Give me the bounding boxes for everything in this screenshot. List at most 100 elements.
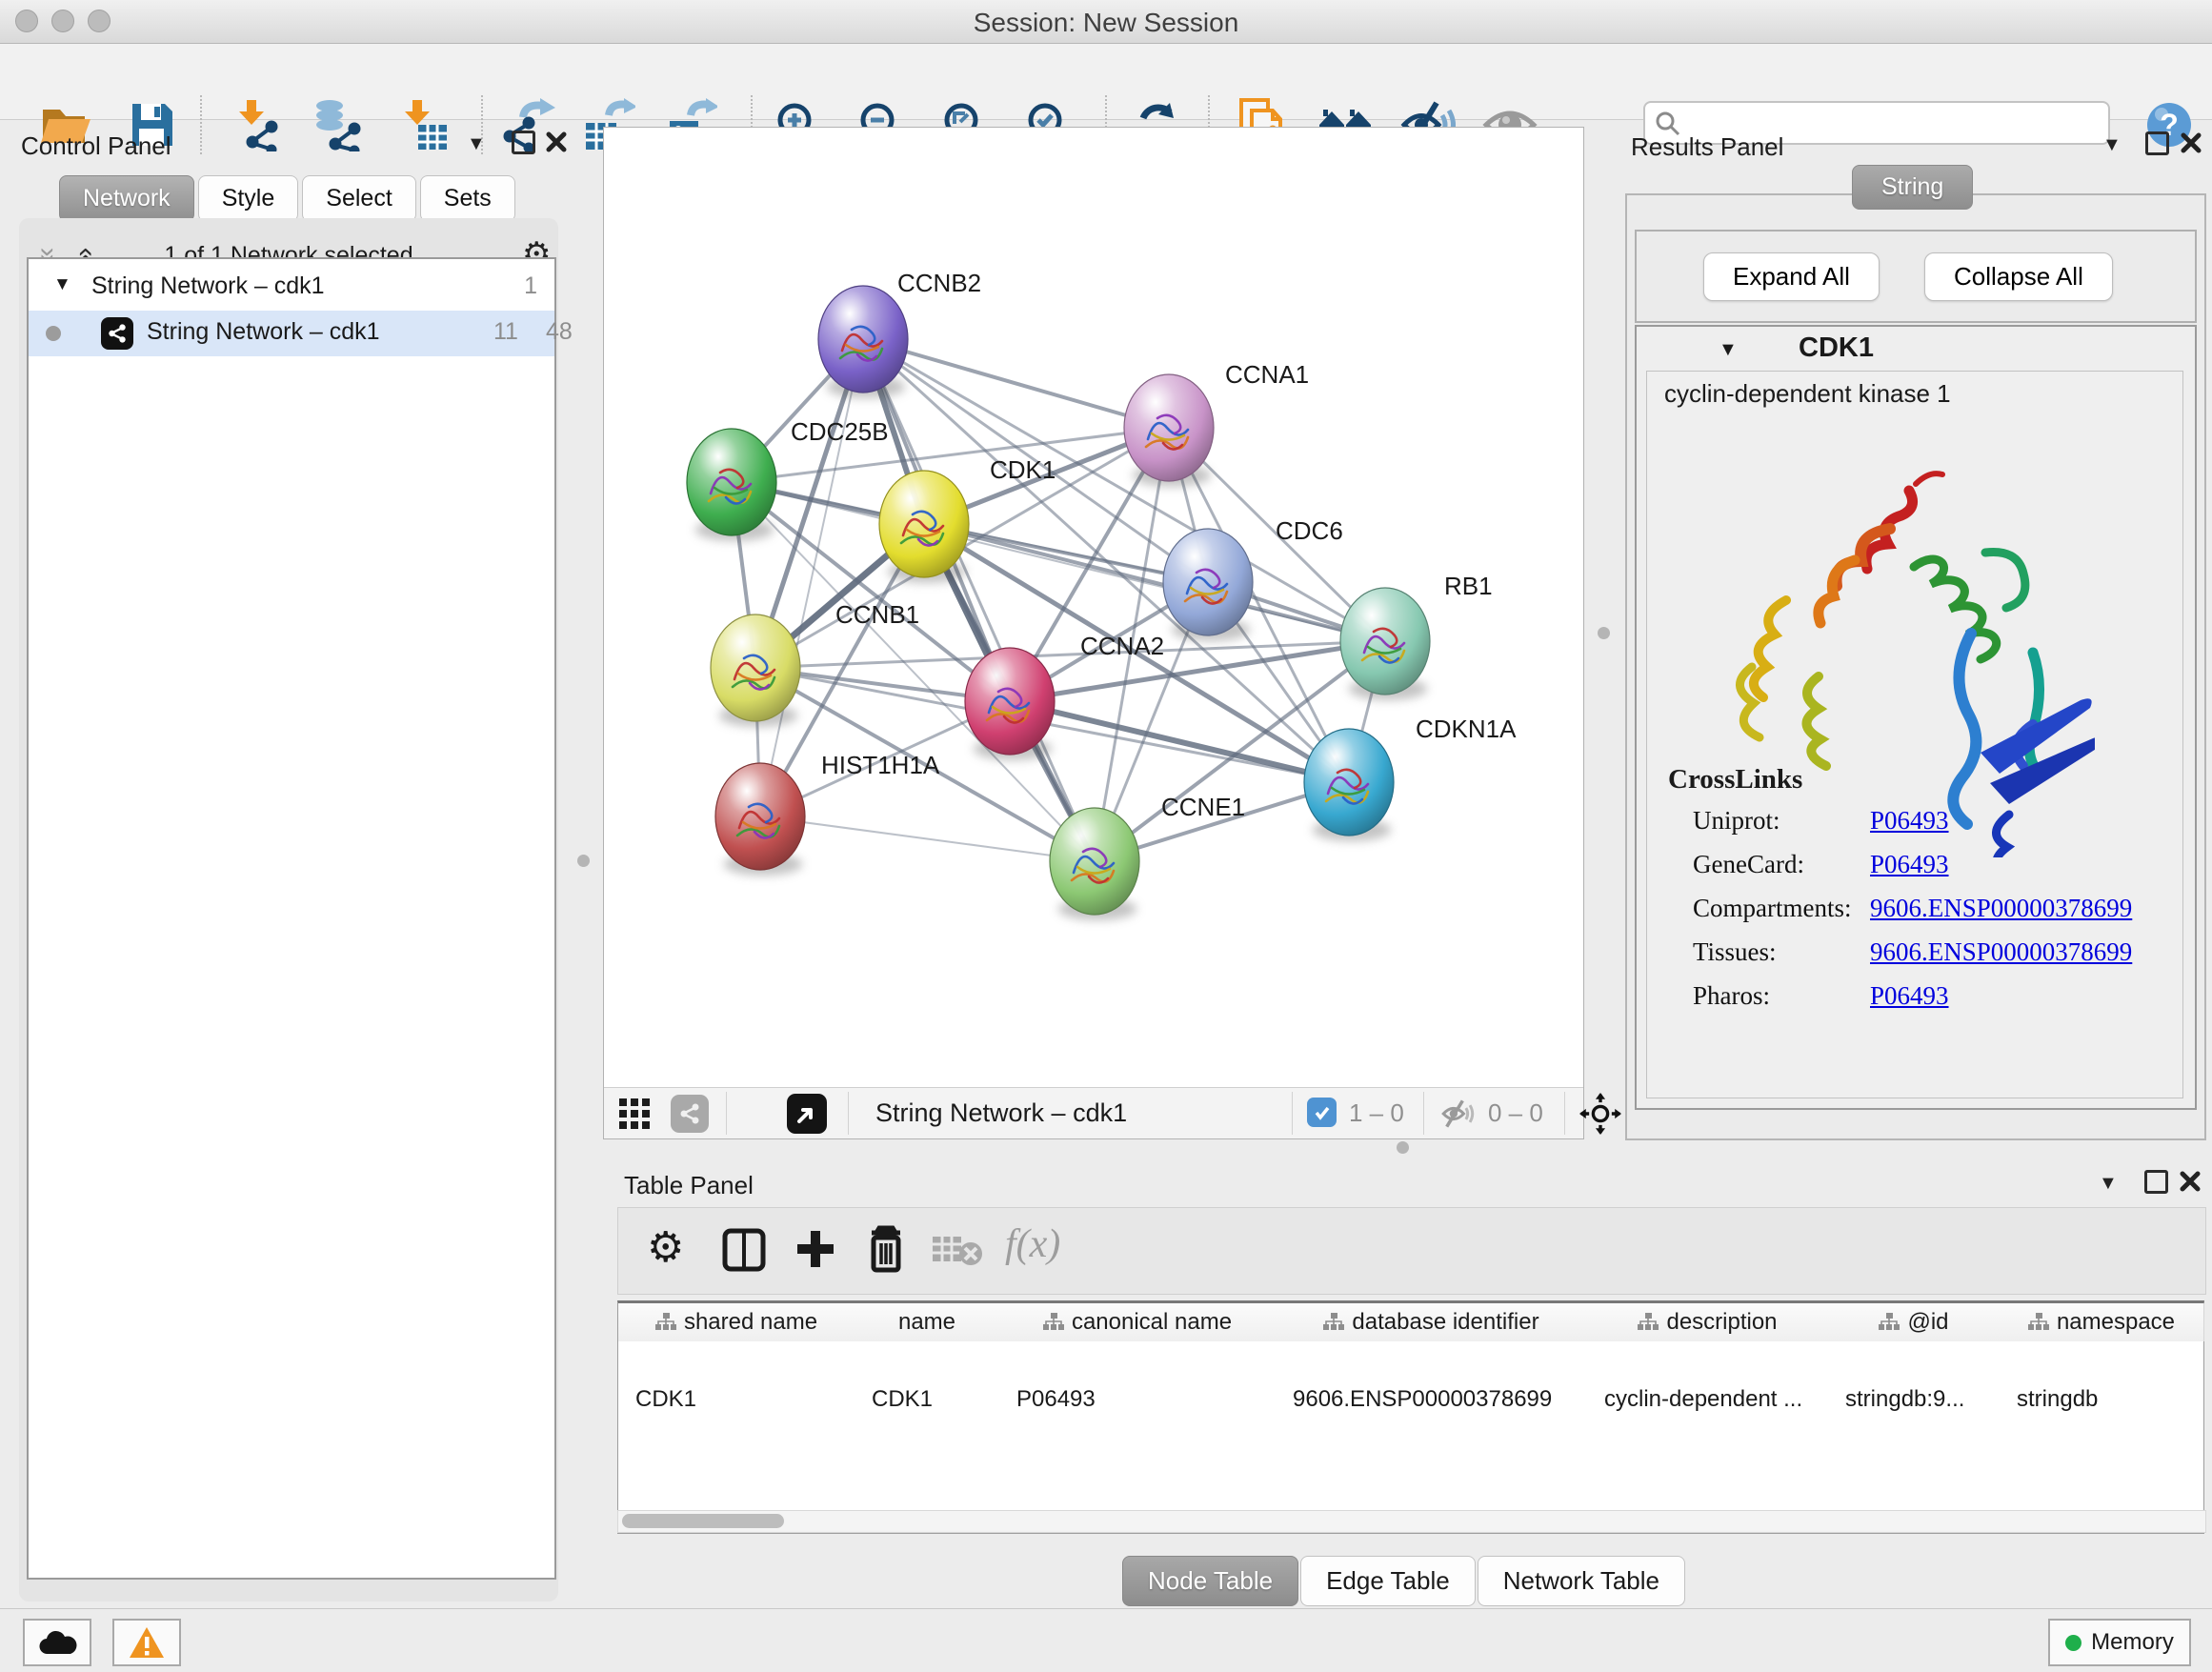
tab-string-results[interactable]: String	[1852, 165, 1973, 210]
hidden-elements-icon[interactable]	[1438, 1098, 1477, 1129]
tab-network-table[interactable]: Network Table	[1478, 1556, 1685, 1606]
memory-button[interactable]: Memory	[2048, 1619, 2191, 1666]
table-cell[interactable]: CDK1	[618, 1380, 855, 1420]
table-panel-float-icon[interactable]	[2144, 1170, 2168, 1194]
cloud-icon	[37, 1629, 77, 1656]
control-panel-close-icon[interactable]	[545, 131, 568, 153]
column-type-icon	[2028, 1313, 2049, 1332]
network-node-RB1[interactable]	[1340, 588, 1430, 695]
pan-crosshair-icon[interactable]	[1579, 1093, 1621, 1135]
crosslink-link[interactable]: P06493	[1870, 806, 1949, 836]
node-table[interactable]: shared namename canonical name database id…	[617, 1300, 2204, 1534]
left-splitter-handle[interactable]	[577, 855, 590, 867]
cloud-status-button[interactable]	[23, 1619, 91, 1666]
column-header-canonical-name[interactable]: canonical name	[999, 1303, 1277, 1341]
control-panel-title: Control Panel	[21, 131, 171, 161]
selected-nodes-checkbox[interactable]	[1307, 1098, 1337, 1127]
table-horizontal-scrollbar[interactable]	[617, 1510, 2206, 1533]
network-edge-count: 48	[546, 318, 573, 346]
network-node-CDC25B[interactable]	[687, 429, 776, 535]
network-canvas[interactable]: CCNB2CCNA1CDC25BCDK1CDC6RB1CCNB1CCNA2CDK…	[604, 128, 1583, 1088]
delete-table-icon[interactable]	[933, 1235, 982, 1267]
tab-style[interactable]: Style	[198, 175, 299, 222]
collapse-all-button[interactable]: Collapse All	[1924, 252, 2113, 301]
network-type-icon	[101, 317, 133, 350]
footer-separator	[1423, 1092, 1424, 1135]
gene-section: ▼ CDK1 cyclin-dependent kinase 1	[1635, 325, 2197, 1110]
memory-label: Memory	[2091, 1629, 2174, 1656]
network-edge[interactable]	[1010, 701, 1349, 782]
table-cell[interactable]: 9606.ENSP00000378699	[1276, 1380, 1587, 1420]
results-panel: Results Panel ▼ Expand All Collapse All …	[1623, 127, 2212, 1139]
gene-symbol: CDK1	[1799, 332, 1874, 364]
column-header-namespace[interactable]: namespace	[2000, 1303, 2204, 1341]
network-edge[interactable]	[760, 339, 863, 816]
table-toolbar: ⚙ f(x)	[617, 1207, 2206, 1295]
network-node-CCNB1[interactable]	[711, 614, 800, 721]
crosslink-link[interactable]: P06493	[1870, 981, 1949, 1011]
control-panel-float-icon[interactable]	[512, 131, 535, 154]
network-node-HIST1H1A[interactable]	[715, 763, 805, 870]
network-node-CCNE1[interactable]	[1050, 808, 1139, 915]
right-splitter-handle[interactable]	[1598, 627, 1610, 639]
crosslink-link[interactable]: 9606.ENSP00000378699	[1870, 894, 2132, 923]
table-panel-menu-icon[interactable]: ▼	[2099, 1173, 2118, 1195]
control-panel-menu-icon[interactable]: ▼	[467, 133, 486, 155]
network-node-CCNB2[interactable]	[818, 286, 908, 393]
results-panel-float-icon[interactable]	[2145, 131, 2169, 155]
gene-collapse-icon[interactable]: ▼	[1719, 339, 1738, 361]
results-panel-close-icon[interactable]	[2180, 131, 2202, 154]
table-cell[interactable]: cyclin-dependent ...	[1587, 1380, 1828, 1420]
column-header-description[interactable]: description	[1587, 1303, 1829, 1341]
collection-expand-icon[interactable]: ▼	[53, 274, 71, 295]
network-share-view-icon[interactable]	[671, 1095, 709, 1133]
table-cell[interactable]: P06493	[999, 1380, 1276, 1420]
column-header-shared-name[interactable]: shared name	[618, 1303, 855, 1341]
delete-column-icon[interactable]	[864, 1225, 908, 1273]
column-type-icon	[1043, 1313, 1064, 1332]
table-cell[interactable]: CDK1	[855, 1380, 999, 1420]
column-header-label: canonical name	[1072, 1309, 1232, 1336]
grid-view-icon[interactable]	[619, 1098, 652, 1129]
tab-select[interactable]: Select	[302, 175, 415, 222]
table-cell[interactable]: stringdb:9...	[1828, 1380, 2000, 1420]
window-title: Session: New Session	[0, 8, 2212, 38]
expand-all-button[interactable]: Expand All	[1703, 252, 1880, 301]
network-node-CDC6[interactable]	[1163, 529, 1253, 635]
tab-sets[interactable]: Sets	[420, 175, 515, 222]
birds-eye-view-icon[interactable]	[787, 1094, 827, 1134]
table-panel-close-icon[interactable]	[2179, 1170, 2202, 1193]
table-row[interactable]: CDK1CDK1P064939606.ENSP00000378699cyclin…	[618, 1341, 2203, 1381]
network-collection-row[interactable]: ▼ String Network – cdk1 1	[29, 267, 554, 311]
network-node-CDKN1A[interactable]	[1304, 729, 1394, 836]
crosslink-link[interactable]: P06493	[1870, 850, 1949, 879]
function-builder-icon[interactable]: f(x)	[1005, 1221, 1060, 1267]
network-row-selected[interactable]: String Network – cdk1 11 48	[29, 311, 554, 356]
crosslink-link[interactable]: 9606.ENSP00000378699	[1870, 937, 2132, 967]
network-edge[interactable]	[863, 339, 1169, 428]
hidden-count: 0 – 0	[1488, 1098, 1543, 1128]
table-options-gear-icon[interactable]: ⚙	[647, 1223, 684, 1272]
tab-node-table[interactable]: Node Table	[1122, 1556, 1298, 1606]
create-column-icon[interactable]	[794, 1227, 837, 1271]
column-header-name[interactable]: name	[855, 1303, 1000, 1341]
results-panel-body: Expand All Collapse All ▼ CDK1 cyclin-de…	[1625, 193, 2206, 1140]
main-toolbar: ?	[0, 44, 2212, 120]
column-header-database-identifier[interactable]: database identifier	[1276, 1303, 1588, 1341]
network-row-label: String Network – cdk1	[147, 318, 380, 346]
network-node-CCNA2[interactable]	[965, 648, 1055, 755]
table-cell[interactable]: stringdb	[2000, 1380, 2203, 1420]
warnings-button[interactable]	[112, 1619, 181, 1666]
footer-separator	[1292, 1092, 1293, 1135]
network-edge[interactable]	[760, 816, 1095, 861]
results-panel-menu-icon[interactable]: ▼	[2102, 134, 2122, 156]
crosslink-label: Uniprot:	[1693, 806, 1780, 836]
show-columns-icon[interactable]	[721, 1227, 767, 1273]
scrollbar-thumb[interactable]	[622, 1514, 784, 1528]
tab-edge-table[interactable]: Edge Table	[1300, 1556, 1476, 1606]
network-node-CCNA1[interactable]	[1124, 374, 1214, 481]
network-node-CDK1[interactable]	[879, 471, 969, 577]
table-panel: Table Panel ▼ ⚙ f(x) shared name	[603, 1148, 2212, 1608]
column-header--id[interactable]: @id	[1828, 1303, 2001, 1341]
tab-network[interactable]: Network	[59, 175, 194, 222]
